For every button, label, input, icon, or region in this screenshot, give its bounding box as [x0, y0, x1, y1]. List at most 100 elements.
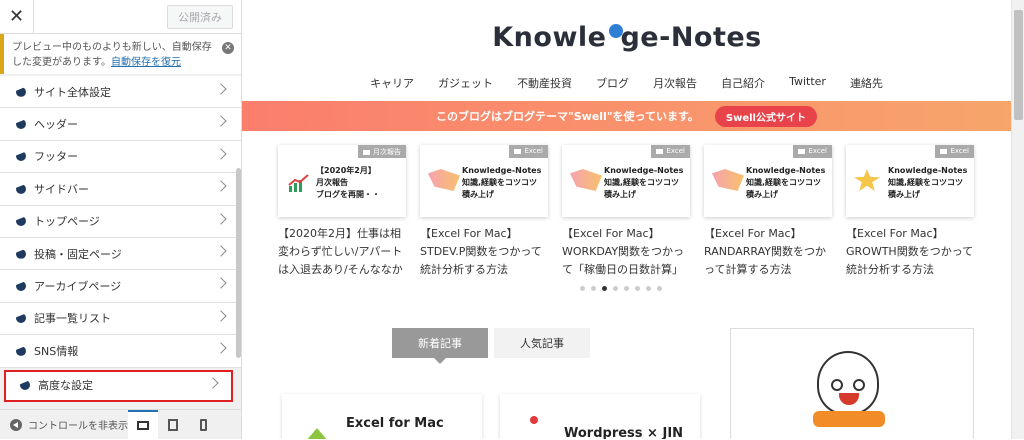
brand-graphic-icon	[570, 169, 602, 191]
swell-official-button[interactable]: Swell公式サイト	[714, 105, 817, 127]
post-title: Wordpress × JIN	[564, 426, 684, 439]
post-tabs: 新着記事 人気記事	[392, 328, 590, 364]
sidebar-item-sidebar[interactable]: サイドバー	[0, 173, 241, 206]
brand-graphic-icon	[712, 169, 744, 191]
logo-text-right: ge-Notes	[620, 21, 762, 53]
mobile-preview-button[interactable]	[188, 410, 218, 440]
customizer-topbar: ✕ 公開済み	[0, 0, 241, 34]
site-logo[interactable]: Knowle ge-Notes	[464, 18, 790, 56]
pagination-dot[interactable]	[635, 286, 640, 291]
sidebar-item-archive[interactable]: アーカイブページ	[0, 270, 241, 303]
desktop-preview-button[interactable]	[128, 409, 158, 440]
slider-card[interactable]: Excel Knowledge-Notes 知識,経験をコツコツ 積み上げ 【E…	[846, 145, 974, 281]
nav-item[interactable]: 月次報告	[653, 75, 697, 91]
chevron-right-icon	[215, 83, 227, 95]
card-thumbnail: Excel Knowledge-Notes 知識,経験をコツコツ 積み上げ	[846, 145, 974, 217]
tablet-preview-button[interactable]	[158, 410, 188, 440]
slider-card[interactable]: Excel Knowledge-Notes 知識,経験をコツコツ 積み上げ 【E…	[420, 145, 548, 281]
close-button[interactable]: ✕	[0, 0, 34, 34]
avatar	[817, 351, 879, 415]
logo-text-left: Knowle	[492, 21, 607, 53]
sidebar-item-site-settings[interactable]: サイト全体設定	[0, 76, 241, 109]
thumb-title: 【2020年2月】 月次報告 ブログを再開・・	[316, 166, 380, 199]
thumb-title: Knowledge-Notes 知識,経験をコツコツ 積み上げ	[746, 166, 826, 199]
pagination-dot[interactable]	[624, 286, 629, 291]
restore-autosave-link[interactable]: 自動保存を復元	[111, 57, 181, 68]
avatar-scarf	[813, 411, 885, 427]
pagination-dot[interactable]	[613, 286, 618, 291]
pagination-dot[interactable]	[580, 286, 585, 291]
chevron-right-icon	[215, 245, 227, 257]
nav-item[interactable]: キャリア	[370, 75, 414, 91]
sidebar-item-header[interactable]: ヘッダー	[0, 108, 241, 141]
card-title: 【Excel For Mac】GROWTH関数をつかって統計分析する方法	[846, 227, 974, 276]
nav-item[interactable]: ブログ	[596, 75, 629, 91]
post-card[interactable]: Excel for Mac	[282, 394, 482, 439]
sidebar-item-label: サイト全体設定	[34, 85, 111, 99]
customizer-footer: コントロールを非表示	[0, 409, 241, 440]
sidebar-item-label: アーカイブページ	[34, 280, 122, 294]
sidebar-item-label: トップページ	[34, 215, 100, 229]
sidebar-item-label: 投稿・固定ページ	[34, 247, 122, 261]
pagination-dot-active[interactable]	[602, 286, 607, 291]
sidebar-item-top-page[interactable]: トップページ	[0, 205, 241, 238]
category-badge: 月次報告	[358, 145, 406, 158]
sidebar-item-label: SNS情報	[34, 344, 79, 358]
pagination-dot[interactable]	[591, 286, 596, 291]
site-preview: Knowle ge-Notes キャリア ガジェット 不動産投資 ブログ 月次報告…	[242, 0, 1024, 439]
nav-item[interactable]: 自己紹介	[721, 75, 765, 91]
thumb-title: Knowledge-Notes 知識,経験をコツコツ 積み上げ	[604, 166, 684, 199]
mobile-icon	[199, 418, 207, 431]
sidebar-item-footer[interactable]: フッター	[0, 140, 241, 174]
chevron-right-icon	[215, 148, 227, 160]
pagination-dot[interactable]	[657, 286, 662, 291]
swell-icon	[16, 86, 26, 97]
sidebar-item-sns[interactable]: SNS情報	[0, 335, 241, 368]
chevron-right-icon	[215, 310, 227, 322]
card-title: 【Excel For Mac】RANDARRAY関数をつかって計算する方法	[704, 227, 826, 276]
customizer-menu: サイト全体設定 ヘッダー フッター サイドバー トップページ 投稿・固定ページ …	[0, 76, 241, 402]
collapse-icon	[10, 418, 22, 431]
thumb-title: Knowledge-Notes 知識,経験をコツコツ 積み上げ	[462, 166, 542, 199]
banner-text: このブログはブログテーマ"Swell"を使っています。	[436, 110, 699, 123]
tab-new-posts[interactable]: 新着記事	[392, 328, 488, 364]
nav-item[interactable]: Twitter	[789, 75, 826, 91]
nav-item[interactable]: ガジェット	[438, 75, 493, 91]
scrollbar-thumb[interactable]	[1014, 10, 1023, 120]
slider-card[interactable]: 月次報告 【2020年2月】 月次報告 ブログを再開・・ 【2020年2月】仕事…	[278, 145, 406, 281]
tab-popular-posts[interactable]: 人気記事	[494, 328, 590, 358]
logo-text: Knowle ge-Notes	[492, 22, 762, 53]
sidebar-scrollbar[interactable]	[236, 168, 241, 358]
nav-item[interactable]: 連絡先	[850, 75, 883, 91]
desktop-icon	[137, 421, 149, 430]
sidebar-item-post-list[interactable]: 記事一覧リスト	[0, 302, 241, 336]
info-banner: このブログはブログテーマ"Swell"を使っています。 Swell公式サイト	[242, 101, 1011, 131]
hide-controls-button[interactable]: コントロールを非表示	[0, 417, 128, 432]
dismiss-notice-icon[interactable]: ✕	[222, 42, 234, 54]
post-card[interactable]: Wordpress × JIN	[500, 394, 700, 439]
card-thumbnail: Excel Knowledge-Notes 知識,経験をコツコツ 積み上げ	[420, 145, 548, 217]
category-badge: Excel	[935, 145, 974, 158]
card-thumbnail: Excel Knowledge-Notes 知識,経験をコツコツ 積み上げ	[562, 145, 690, 217]
star-icon	[854, 169, 880, 191]
sidebar-item-label: 高度な設定	[38, 379, 93, 393]
slider-card[interactable]: Excel Knowledge-Notes 知識,経験をコツコツ 積み上げ 【E…	[704, 145, 832, 281]
pagination-dot[interactable]	[646, 286, 651, 291]
card-title: 【Excel For Mac】WORKDAY関数をつかって「稼働日の日数計算」	[562, 227, 685, 276]
nav-item[interactable]: 不動産投資	[517, 75, 572, 91]
publish-button[interactable]: 公開済み	[167, 4, 233, 29]
card-thumbnail: 月次報告 【2020年2月】 月次報告 ブログを再開・・	[278, 145, 406, 217]
swell-icon	[16, 119, 26, 130]
sidebar-item-posts-pages[interactable]: 投稿・固定ページ	[0, 237, 241, 271]
sidebar-item-advanced[interactable]: 高度な設定	[4, 369, 233, 402]
excel-icon	[300, 428, 334, 439]
brand-graphic-icon	[428, 169, 460, 191]
tablet-icon	[168, 418, 178, 431]
post-title: Excel for Mac	[346, 416, 444, 431]
preview-scrollbar[interactable]	[1011, 0, 1024, 439]
chart-icon	[288, 174, 309, 192]
slider-card[interactable]: Excel Knowledge-Notes 知識,経験をコツコツ 積み上げ 【E…	[562, 145, 690, 281]
category-badge: Excel	[793, 145, 832, 158]
swell-icon	[16, 281, 26, 292]
swell-icon	[16, 183, 26, 194]
